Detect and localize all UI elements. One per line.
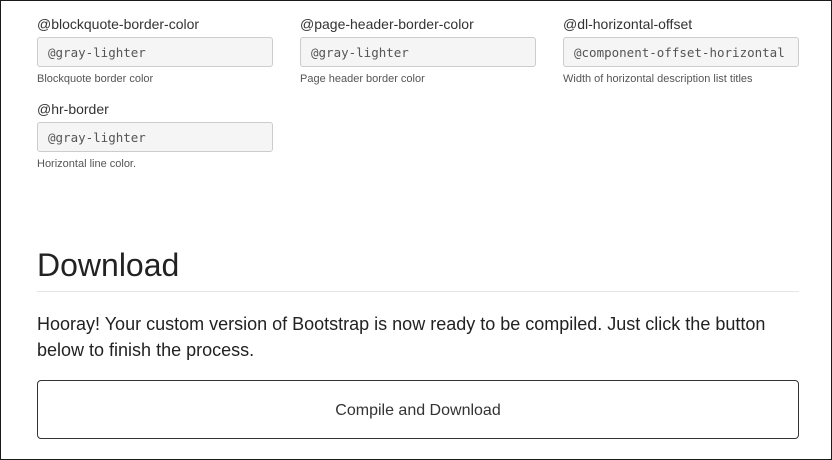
field-hr-border: @hr-border Horizontal line color. bbox=[37, 101, 273, 171]
field-help-text: Horizontal line color. bbox=[37, 158, 137, 170]
field-label: @dl-horizontal-offset bbox=[563, 16, 693, 32]
field-label: @blockquote-border-color bbox=[37, 16, 200, 32]
page-header-border-color-input[interactable] bbox=[300, 37, 536, 67]
compile-and-download-button[interactable]: Compile and Download bbox=[37, 380, 799, 439]
field-page-header-border-color: @page-header-border-color Page header bo… bbox=[300, 16, 536, 86]
field-label: @hr-border bbox=[37, 101, 109, 117]
field-blockquote-border-color: @blockquote-border-color Blockquote bord… bbox=[37, 16, 273, 86]
download-lead-text: Hooray! Your custom version of Bootstrap… bbox=[37, 314, 766, 360]
field-help-text: Blockquote border color bbox=[37, 73, 154, 85]
section-divider bbox=[37, 291, 799, 292]
field-help-text: Page header border color bbox=[300, 73, 425, 85]
download-heading: Download bbox=[37, 247, 180, 283]
hr-border-input[interactable] bbox=[37, 122, 273, 152]
field-help-text: Width of horizontal description list tit… bbox=[563, 73, 753, 85]
field-label: @page-header-border-color bbox=[300, 16, 474, 32]
blockquote-border-color-input[interactable] bbox=[37, 37, 273, 67]
dl-horizontal-offset-input[interactable] bbox=[563, 37, 799, 67]
field-dl-horizontal-offset: @dl-horizontal-offset Width of horizonta… bbox=[563, 16, 799, 86]
